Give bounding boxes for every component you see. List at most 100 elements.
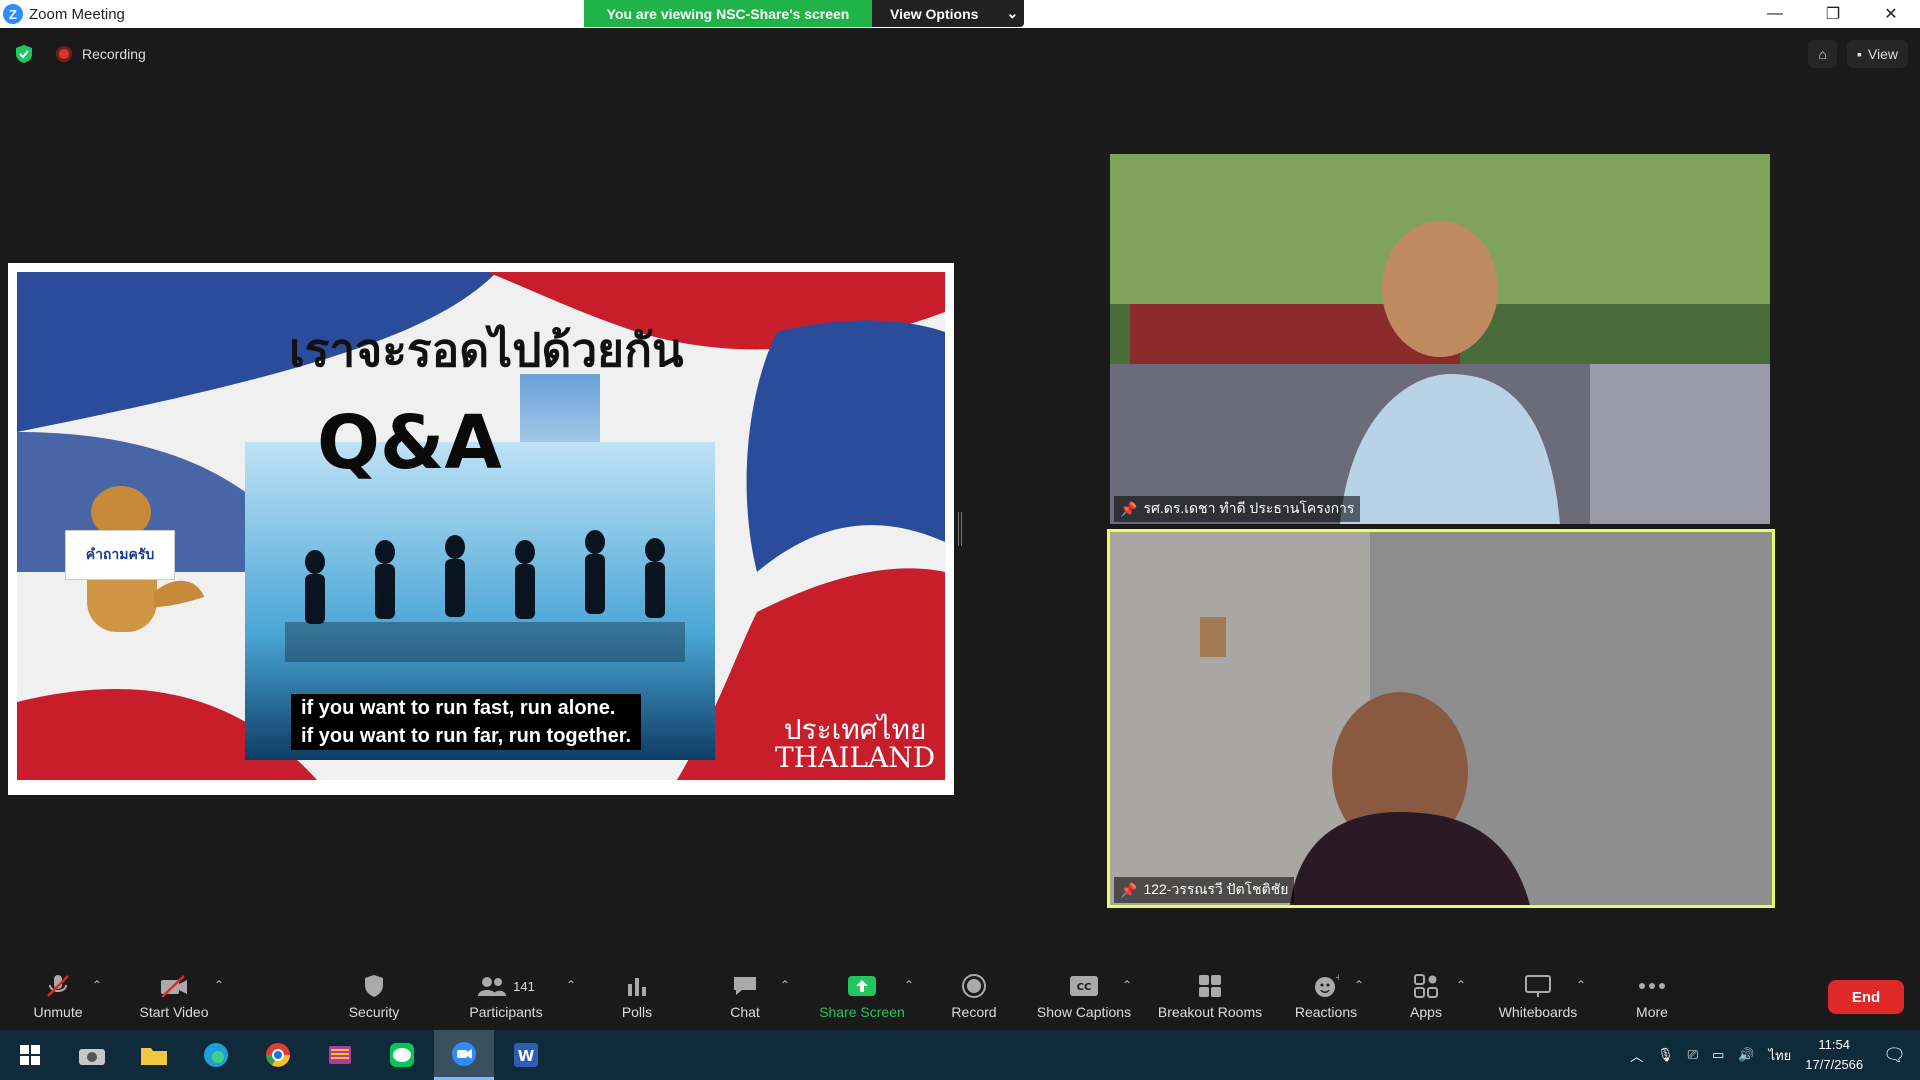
immersive-button[interactable]: ⌂ (1808, 40, 1837, 68)
app-button[interactable] (310, 1030, 370, 1080)
restore-button[interactable]: ❐ (1804, 0, 1862, 28)
chrome-browser-icon (266, 1043, 290, 1067)
video-options-caret-icon[interactable]: ⌃ (214, 978, 224, 992)
system-tray: ︿ 🎙 ⎚ ▭ 🔊 ไทย 11:54 17/7/2566 🗨 (1630, 1030, 1920, 1080)
recording-label: Recording (82, 46, 146, 62)
pin-icon: 📌 (1120, 881, 1138, 898)
unmute-button[interactable]: Unmute (28, 972, 88, 1028)
chat-bubble-icon (730, 972, 760, 1000)
start-button[interactable] (0, 1030, 60, 1080)
show-hidden-icons-chevron-icon[interactable]: ︿ (1630, 1046, 1643, 1065)
camera-app-button[interactable] (62, 1030, 122, 1080)
record-icon (959, 972, 989, 1000)
microphone-in-use-icon[interactable]: 🎙 (1657, 1047, 1674, 1063)
share-caret-icon[interactable]: ⌃ (904, 978, 914, 992)
microphone-muted-icon (43, 972, 73, 1000)
more-dots-icon (1637, 972, 1667, 1000)
volume-icon[interactable]: 🔊 (1738, 1047, 1754, 1063)
chrome-browser-button[interactable] (248, 1030, 308, 1080)
window-controls: — ❐ ✕ (1746, 0, 1920, 28)
participants-label: Participants (469, 1004, 543, 1020)
chat-label: Chat (730, 1004, 760, 1020)
record-label: Record (951, 1004, 997, 1020)
participant-name-tag: 📌 รศ.ดร.เดชา ทำดี ประธานโครงการ (1114, 496, 1361, 522)
file-explorer-button[interactable] (124, 1030, 184, 1080)
display-icon[interactable]: ▭ (1712, 1047, 1724, 1063)
captions-caret-icon[interactable]: ⌃ (1122, 978, 1132, 992)
line-app-button[interactable] (372, 1030, 432, 1080)
breakout-rooms-icon (1195, 972, 1225, 1000)
reactions-button[interactable]: + Reactions (1290, 972, 1362, 1028)
audio-options-caret-icon[interactable]: ⌃ (92, 978, 102, 992)
country-label: ประเทศไทย THAILAND (775, 716, 935, 772)
participant-name: 122-วรรณรวี ปัตโชติชัย (1143, 881, 1289, 897)
video-tile-active-speaker[interactable]: 📌 122-วรรณรวี ปัตโชติชัย (1107, 529, 1775, 908)
whiteboards-caret-icon[interactable]: ⌃ (1576, 978, 1586, 992)
show-captions-label: Show Captions (1036, 1004, 1132, 1020)
minimize-button[interactable]: — (1746, 0, 1804, 28)
zoom-app-button[interactable] (434, 1030, 494, 1080)
notifications-icon[interactable]: 🗨 (1883, 1045, 1906, 1066)
video-off-icon (159, 972, 189, 1000)
share-screen-icon (847, 972, 877, 1000)
security-button[interactable]: Security (344, 972, 404, 1028)
whiteboard-icon (1523, 972, 1553, 1000)
participant-name-tag: 📌 122-วรรณรวี ปัตโชติชัย (1114, 877, 1295, 903)
taskbar-clock[interactable]: 11:54 17/7/2566 (1805, 1035, 1863, 1075)
slide-quote: if you want to run fast, run alone. if y… (291, 694, 642, 750)
qa-heading: Q&A (317, 400, 502, 486)
apps-caret-icon[interactable]: ⌃ (1456, 978, 1466, 992)
svg-text:+: + (1335, 973, 1339, 983)
video-tile[interactable]: 📌 รศ.ดร.เดชา ทำดี ประธานโครงการ (1110, 154, 1770, 524)
show-captions-button[interactable]: CC Show Captions (1034, 972, 1134, 1028)
participants-caret-icon[interactable]: ⌃ (566, 978, 576, 992)
view-options-label: View Options (890, 5, 979, 22)
splitter-handle[interactable] (958, 512, 962, 546)
view-options-button[interactable]: View Options ⌄ (872, 0, 1024, 27)
recording-indicator[interactable]: Recording (56, 46, 146, 62)
clock-date: 17/7/2566 (1805, 1057, 1864, 1072)
quote-line-2: if you want to run far, run together. (301, 725, 632, 747)
participant-video (1110, 532, 1772, 905)
edge-browser-button[interactable] (186, 1030, 246, 1080)
close-button[interactable]: ✕ (1862, 0, 1920, 28)
more-button[interactable]: More (1626, 972, 1678, 1028)
view-button[interactable]: ▪ View (1846, 40, 1908, 68)
view-label: View (1867, 46, 1898, 62)
zoom-app-icon (452, 1041, 476, 1066)
breakout-rooms-button[interactable]: Breakout Rooms (1154, 972, 1266, 1028)
encryption-shield-icon[interactable] (14, 44, 34, 64)
camera-icon (79, 1049, 105, 1065)
line-app-icon (390, 1043, 414, 1067)
slide-title: เราจะรอดไปด้วยกัน (289, 323, 684, 377)
end-meeting-button[interactable]: End (1828, 980, 1904, 1014)
shared-screen: เราจะรอดไปด้วยกัน Q&A if you want to run… (8, 263, 954, 795)
network-icon[interactable]: ⎚ (1688, 1047, 1698, 1063)
country-english: THAILAND (775, 741, 936, 774)
quote-line-1: if you want to run fast, run alone. (301, 697, 616, 719)
meeting-toolbar: Unmute ⌃ Start Video ⌃ Security 141 Part… (0, 962, 1920, 1030)
clock-time: 11:54 (1818, 1037, 1850, 1052)
chat-button[interactable]: Chat (720, 972, 770, 1028)
start-video-button[interactable]: Start Video (134, 972, 214, 1028)
input-language[interactable]: ไทย (1769, 1045, 1792, 1066)
whiteboards-label: Whiteboards (1498, 1004, 1578, 1020)
whiteboards-button[interactable]: Whiteboards (1488, 972, 1588, 1028)
share-screen-button[interactable]: Share Screen (816, 972, 908, 1028)
chat-caret-icon[interactable]: ⌃ (780, 978, 790, 992)
participants-button[interactable]: 141 Participants (464, 972, 548, 1028)
folder-icon (141, 1048, 167, 1065)
participant-video (1110, 154, 1770, 524)
reactions-label: Reactions (1294, 1004, 1358, 1020)
view-grid-icon: ▪ (1856, 46, 1862, 62)
country-thai: ประเทศไทย (783, 713, 927, 746)
polls-button[interactable]: Polls (612, 972, 662, 1028)
apps-icon (1411, 972, 1441, 1000)
unmute-label: Unmute (33, 1004, 83, 1020)
record-dot-icon (56, 46, 72, 62)
record-button[interactable]: Record (946, 972, 1002, 1028)
participant-count: 141 (513, 978, 535, 994)
apps-button[interactable]: Apps (1398, 972, 1454, 1028)
reactions-caret-icon[interactable]: ⌃ (1354, 978, 1364, 992)
word-app-button[interactable]: W (496, 1030, 556, 1080)
